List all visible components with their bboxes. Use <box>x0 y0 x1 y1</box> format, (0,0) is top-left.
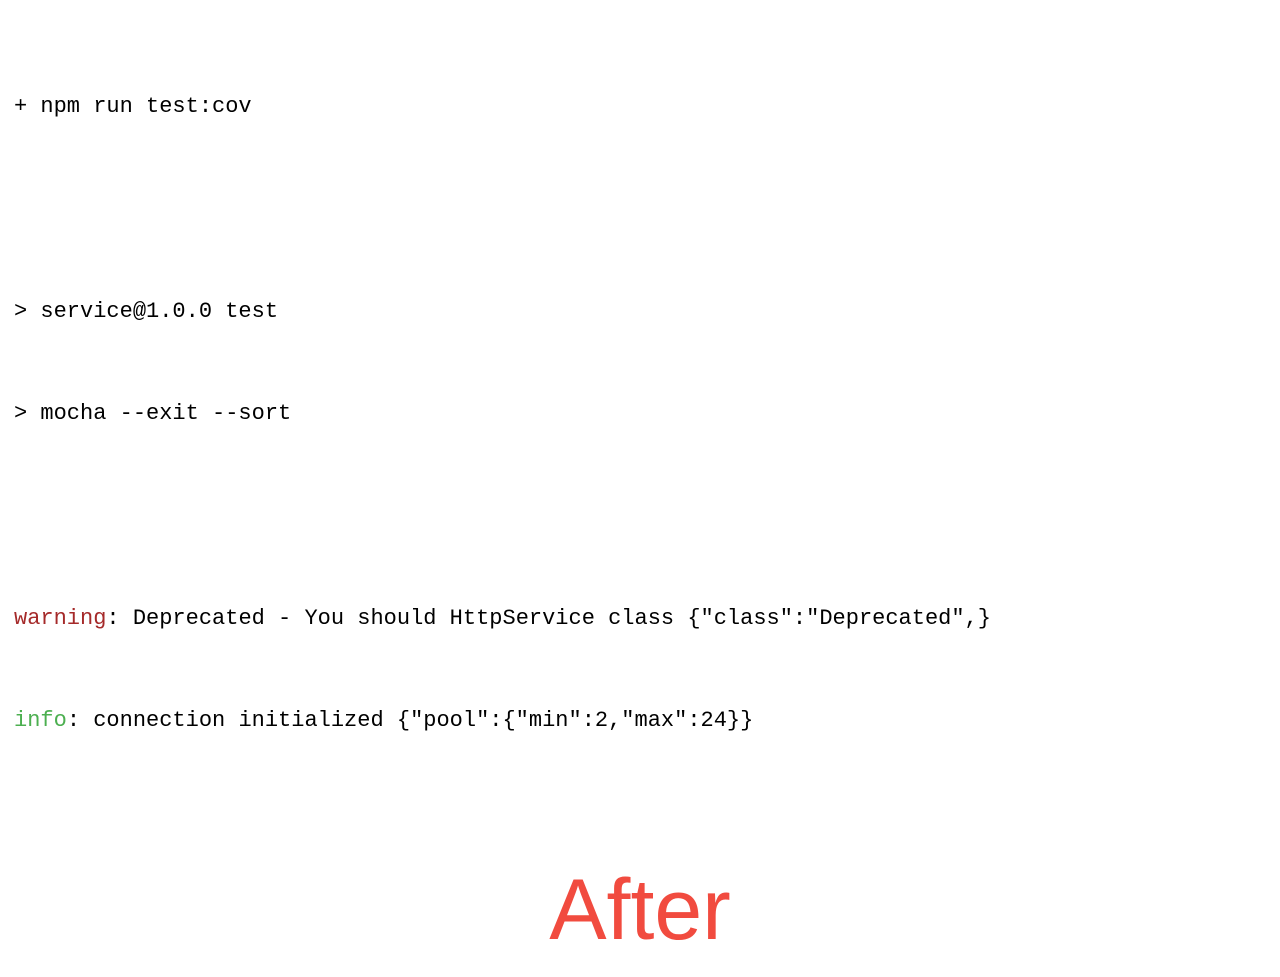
terminal-output-line: > service@1.0.0 test <box>14 295 1266 329</box>
log-message: : Deprecated - You should HttpService cl… <box>106 606 991 631</box>
log-message: : connection initialized {"pool":{"min":… <box>67 708 754 733</box>
log-level-info: info <box>14 708 67 733</box>
terminal-blank-line <box>14 192 1266 226</box>
terminal-blank-line <box>14 499 1266 533</box>
log-level-warning: warning <box>14 606 106 631</box>
terminal-output: + npm run test:cov > service@1.0.0 test … <box>14 22 1266 772</box>
terminal-log-warning-line: warning: Deprecated - You should HttpSer… <box>14 602 1266 636</box>
terminal-output-line: > mocha --exit --sort <box>14 397 1266 431</box>
after-label: After <box>14 844 1266 977</box>
terminal-command-line: + npm run test:cov <box>14 90 1266 124</box>
terminal-log-info-line: info: connection initialized {"pool":{"m… <box>14 704 1266 738</box>
